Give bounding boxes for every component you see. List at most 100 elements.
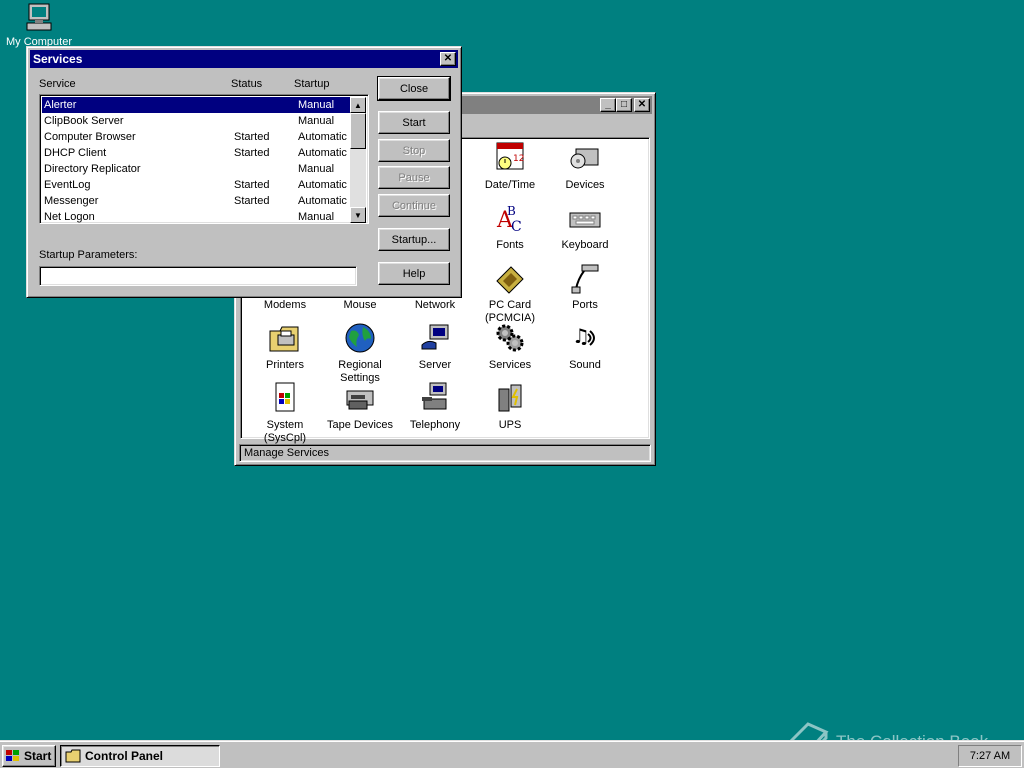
minimize-button[interactable]: _ [600, 98, 616, 112]
service-name: Messenger [44, 195, 99, 207]
svg-text:C: C [511, 219, 522, 235]
service-startup: Automatic [298, 147, 347, 159]
cp-item-regional-settings[interactable]: Regional Settings [321, 321, 399, 385]
windows-logo-icon [5, 749, 21, 763]
calendar-clock-icon: 12 [493, 141, 527, 175]
scroll-up-button[interactable]: ▲ [350, 97, 366, 113]
cp-item-label: Tape Devices [326, 419, 394, 431]
cp-item-tape-devices[interactable]: Tape Devices [321, 381, 399, 432]
cp-item-ports[interactable]: Ports [546, 261, 624, 312]
cp-item-keyboard[interactable]: Keyboard [546, 201, 624, 252]
cp-item-devices[interactable]: Devices [546, 141, 624, 192]
continue-service-button[interactable]: Continue [378, 194, 450, 217]
list-scrollbar[interactable]: ▲ ▼ [350, 97, 366, 223]
cp-item-label: Network [414, 299, 456, 311]
service-row[interactable]: ClipBook Server Manual [42, 113, 352, 129]
fonts-icon: ABC [493, 201, 527, 235]
close-dialog-button[interactable]: Close [377, 76, 451, 101]
service-row[interactable]: Messenger Started Automatic [42, 193, 352, 209]
cp-item-sound[interactable]: ♫ Sound [546, 321, 624, 372]
taskbar-button-label: Control Panel [85, 749, 164, 763]
service-row[interactable]: Computer Browser Started Automatic [42, 129, 352, 145]
start-service-button[interactable]: Start [378, 111, 450, 134]
column-header-startup[interactable]: Startup [294, 78, 329, 90]
startup-parameters-input[interactable] [39, 266, 357, 286]
services-list[interactable]: Alerter Manual ClipBook Server Manual Co… [39, 94, 369, 224]
service-status: Started [234, 131, 270, 143]
system-icon [268, 381, 302, 415]
server-icon [418, 321, 452, 355]
stop-service-button[interactable]: Stop [378, 139, 450, 162]
service-name: Directory Replicator [44, 163, 141, 175]
maximize-button[interactable]: □ [616, 98, 632, 112]
service-name: ClipBook Server [44, 115, 124, 127]
pause-service-button[interactable]: Pause [378, 166, 450, 189]
help-button[interactable]: Help [378, 262, 450, 285]
close-button[interactable]: ✕ [634, 98, 650, 112]
service-row[interactable]: Directory Replicator Manual [42, 161, 352, 177]
service-row[interactable]: Alerter Manual [42, 97, 352, 113]
cp-item-printers[interactable]: Printers [246, 321, 324, 372]
minimize-icon: _ [605, 99, 611, 110]
cp-item-label: Fonts [496, 239, 524, 251]
services-titlebar[interactable]: Services ✕ [30, 50, 458, 68]
control-panel-statusbar: Manage Services [239, 444, 651, 462]
cp-item-date-time[interactable]: 12 Date/Time [471, 141, 549, 192]
taskbar: Start Control Panel 7:27 AM [0, 740, 1024, 768]
system-tray-clock[interactable]: 7:27 AM [958, 745, 1022, 767]
service-name: DHCP Client [44, 147, 107, 159]
service-status: Started [234, 195, 270, 207]
arrow-down-icon: ▼ [354, 210, 362, 220]
service-startup: Automatic [298, 195, 347, 207]
cp-item-pc-card[interactable]: PC Card (PCMCIA) [471, 261, 549, 325]
service-startup: Automatic [298, 131, 347, 143]
start-button[interactable]: Start [2, 745, 56, 767]
service-startup: Manual [298, 211, 335, 223]
cp-item-label: Telephony [409, 419, 461, 431]
dialog-close-button[interactable]: ✕ [440, 52, 456, 66]
ports-icon [568, 261, 602, 295]
arrow-up-icon: ▲ [354, 100, 362, 110]
clock: 7:27 AM [969, 750, 1011, 762]
column-header-service[interactable]: Service [39, 78, 76, 90]
service-startup: Automatic [298, 179, 347, 191]
scroll-thumb[interactable] [350, 113, 366, 149]
cp-item-server[interactable]: Server [396, 321, 474, 372]
column-header-status[interactable]: Status [231, 78, 262, 90]
printer-folder-icon [268, 321, 302, 355]
startup-button[interactable]: Startup... [378, 228, 450, 251]
cp-item-label: Modems [263, 299, 307, 311]
scroll-down-button[interactable]: ▼ [350, 207, 366, 223]
cp-item-label: System (SysCpl) [263, 419, 307, 444]
taskbar-button-control-panel[interactable]: Control Panel [60, 745, 220, 767]
service-startup: Manual [298, 99, 335, 111]
service-status: Started [234, 179, 270, 191]
battery-icon [493, 381, 527, 415]
control-panel-icon [65, 749, 81, 763]
cp-item-label: Date/Time [484, 179, 536, 191]
services-dialog: Services ✕ Service Status Startup Alerte… [26, 46, 462, 298]
desktop-icon-my-computer[interactable]: My Computer [4, 2, 74, 48]
service-row[interactable]: DHCP Client Started Automatic [42, 145, 352, 161]
service-row[interactable]: EventLog Started Automatic [42, 177, 352, 193]
cp-item-label: UPS [498, 419, 522, 431]
devices-icon [568, 141, 602, 175]
cp-item-label: Services [488, 359, 532, 371]
cp-item-telephony[interactable]: Telephony [396, 381, 474, 432]
service-row[interactable]: Net Logon Manual [42, 209, 352, 225]
cp-item-system[interactable]: System (SysCpl) [246, 381, 324, 445]
keyboard-icon [568, 201, 602, 235]
cp-item-fonts[interactable]: ABC Fonts [471, 201, 549, 252]
cp-item-label: Mouse [343, 299, 377, 311]
service-status: Started [234, 147, 270, 159]
cp-item-label: Server [418, 359, 452, 371]
service-name: Computer Browser [44, 131, 136, 143]
cp-item-label: Sound [569, 359, 601, 371]
gears-icon [493, 321, 527, 355]
svg-text:B: B [507, 204, 516, 218]
cp-item-ups[interactable]: UPS [471, 381, 549, 432]
cp-item-services[interactable]: Services [471, 321, 549, 372]
svg-text:12: 12 [513, 154, 524, 164]
startup-parameters-label: Startup Parameters: [39, 249, 138, 261]
computer-icon [23, 2, 55, 34]
